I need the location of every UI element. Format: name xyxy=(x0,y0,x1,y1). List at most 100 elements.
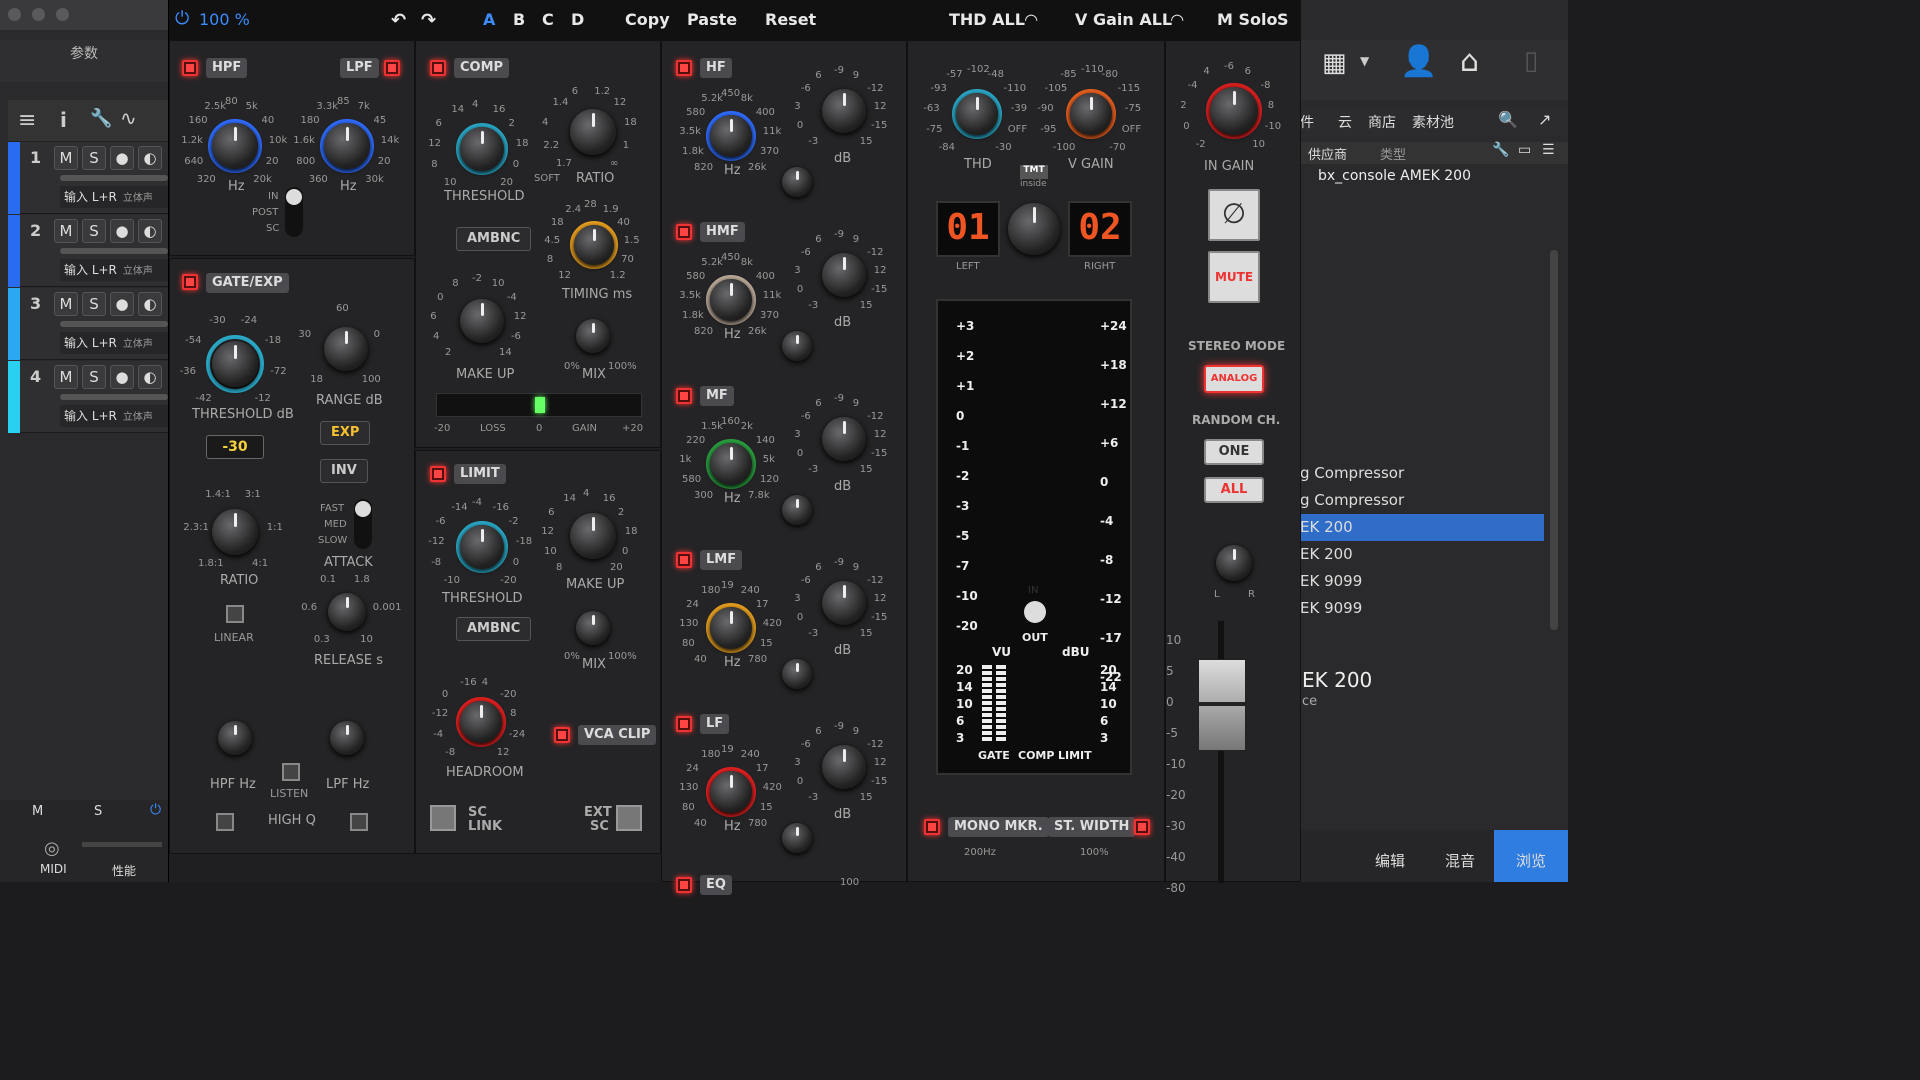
track-row[interactable]: 3 M S ● ◐ 输入 L+R 立体声 xyxy=(8,288,168,360)
s-solo-button[interactable]: S xyxy=(1277,10,1289,29)
power-icon[interactable]: ⏻ xyxy=(150,802,161,818)
pan-knob[interactable] xyxy=(1216,545,1252,581)
random-one-button[interactable]: ONE xyxy=(1204,439,1264,465)
tab-cloud[interactable]: 云 xyxy=(1338,112,1352,132)
tab-mix[interactable]: 混音 xyxy=(1426,830,1494,882)
power-icon[interactable]: ⏻ xyxy=(175,8,189,29)
mute-button[interactable]: MUTE xyxy=(1208,251,1260,303)
mono-mkr-led[interactable] xyxy=(924,819,940,835)
record-icon[interactable]: ● xyxy=(110,219,134,243)
snapshot-d[interactable]: D xyxy=(571,10,584,29)
tab-browse[interactable]: 浏览 xyxy=(1494,830,1568,882)
listen-toggle[interactable] xyxy=(282,763,300,781)
high-q-right-toggle[interactable] xyxy=(350,813,368,831)
attack-switch[interactable] xyxy=(354,499,372,549)
timing-knob[interactable] xyxy=(574,225,614,265)
comp-ratio-knob[interactable] xyxy=(570,109,616,155)
browser-list-item[interactable]: g Compressor xyxy=(1300,460,1544,487)
record-icon[interactable]: ● xyxy=(110,292,134,316)
track-input[interactable]: 输入 L+R 立体声 xyxy=(60,332,168,354)
limit-makeup-knob[interactable] xyxy=(570,513,616,559)
snapshot-b[interactable]: B xyxy=(513,10,525,29)
eq-lf-led[interactable] xyxy=(676,716,692,732)
limit-enable-led[interactable] xyxy=(430,466,446,482)
meter-in-out-switch[interactable] xyxy=(1024,601,1046,623)
st-width-led[interactable] xyxy=(1134,819,1150,835)
snapshot-c[interactable]: C xyxy=(542,10,554,29)
wrench-icon[interactable]: 🔧 xyxy=(90,108,112,129)
vca-clip-led[interactable] xyxy=(554,727,570,743)
inv-button[interactable]: INV xyxy=(320,459,368,483)
eq-hmf-gain-knob[interactable] xyxy=(822,253,866,297)
track-input[interactable]: 输入 L+R 立体声 xyxy=(60,405,168,427)
expand-icon[interactable]: ↗ xyxy=(1538,110,1551,129)
random-all-button[interactable]: ALL xyxy=(1204,477,1264,503)
eq-hf-gain-knob[interactable] xyxy=(822,89,866,133)
automation-icon[interactable]: ∿ xyxy=(120,106,137,130)
high-q-left-toggle[interactable] xyxy=(216,813,234,831)
linear-toggle[interactable] xyxy=(226,605,244,623)
browser-list-item[interactable]: EK 9099 xyxy=(1300,595,1544,622)
eq-lmf-q-knob[interactable] xyxy=(782,659,812,689)
track-input[interactable]: 输入 L+R 立体声 xyxy=(60,259,168,281)
record-icon[interactable]: ● xyxy=(110,365,134,389)
monitor-icon[interactable]: ◐ xyxy=(138,219,162,243)
eq-hf-q-knob[interactable] xyxy=(782,167,812,197)
monitor-icon[interactable]: ◐ xyxy=(138,146,162,170)
browser-list-item[interactable]: EK 9099 xyxy=(1300,568,1544,595)
tab-store[interactable]: 商店 xyxy=(1368,112,1396,132)
wrench-icon[interactable]: 🔧 xyxy=(1492,142,1509,158)
info-icon[interactable]: i xyxy=(60,108,67,132)
track-volume-slider[interactable] xyxy=(60,175,168,181)
m-solo-button[interactable]: M Solo xyxy=(1217,10,1277,29)
reset-button[interactable]: Reset xyxy=(765,10,816,29)
gate-hpf-knob[interactable] xyxy=(218,721,252,755)
chevron-down-icon[interactable]: ▼ xyxy=(1360,54,1369,68)
gate-lpf-knob[interactable] xyxy=(330,721,364,755)
phase-invert-button[interactable]: ∅ xyxy=(1208,189,1260,241)
eq-mf-gain-knob[interactable] xyxy=(822,417,866,461)
eq-lf-frequency-knob[interactable] xyxy=(710,771,752,813)
hpf-frequency-knob[interactable] xyxy=(212,123,258,169)
eq-lmf-gain-knob[interactable] xyxy=(822,581,866,625)
document-icon[interactable]: ▯ xyxy=(1524,46,1538,76)
browser-list-item[interactable]: EK 200 xyxy=(1300,514,1544,541)
output-fader-handle[interactable] xyxy=(1198,659,1247,751)
comp-enable-led[interactable] xyxy=(430,60,446,76)
list-icon[interactable]: ☰ xyxy=(1542,142,1555,158)
eq-hmf-led[interactable] xyxy=(676,224,692,240)
ext-sc-button[interactable] xyxy=(616,805,642,831)
paste-button[interactable]: Paste xyxy=(687,10,737,29)
vgain-knob[interactable] xyxy=(1070,93,1112,135)
track-input[interactable]: 输入 L+R 立体声 xyxy=(60,186,168,208)
browser-list-item[interactable]: g Compressor xyxy=(1300,487,1544,514)
browser-list-item[interactable]: EK 200 xyxy=(1300,541,1544,568)
eq-hmf-q-knob[interactable] xyxy=(782,331,812,361)
record-icon[interactable]: ● xyxy=(110,146,134,170)
track-solo-button[interactable]: S xyxy=(82,292,106,316)
column-vendor[interactable]: 供应商 xyxy=(1308,144,1347,163)
track-mute-button[interactable]: M xyxy=(54,365,78,389)
track-volume-slider[interactable] xyxy=(60,248,168,254)
in-gain-knob[interactable] xyxy=(1210,87,1258,135)
track-row[interactable]: 1 M S ● ◐ 输入 L+R 立体声 xyxy=(8,142,168,214)
hpf-enable-led[interactable] xyxy=(182,60,198,76)
grid-icon[interactable]: ▦ xyxy=(1322,48,1347,78)
vgain-all-button[interactable]: V Gain ALL xyxy=(1075,10,1172,29)
window-icon[interactable]: ▭ xyxy=(1518,142,1531,158)
eq-mf-q-knob[interactable] xyxy=(782,495,812,525)
limit-ambnc-button[interactable]: AMBNC xyxy=(456,617,532,641)
eq-hf-frequency-knob[interactable] xyxy=(710,115,752,157)
eq-lf-q-knob[interactable] xyxy=(782,823,812,853)
track-mute-button[interactable]: M xyxy=(54,146,78,170)
eq-enable-led[interactable] xyxy=(676,877,692,893)
gate-threshold-knob[interactable] xyxy=(212,341,258,387)
comp-mix-knob[interactable] xyxy=(576,319,610,353)
tab-edit[interactable]: 编辑 xyxy=(1356,830,1424,882)
track-row[interactable]: 4 M S ● ◐ 输入 L+R 立体声 xyxy=(8,361,168,433)
sc-link-button[interactable] xyxy=(430,805,456,831)
track-mute-button[interactable]: M xyxy=(54,292,78,316)
master-solo-button[interactable]: S xyxy=(94,804,102,819)
monitor-icon[interactable]: ◐ xyxy=(138,292,162,316)
eq-mf-frequency-knob[interactable] xyxy=(710,443,752,485)
